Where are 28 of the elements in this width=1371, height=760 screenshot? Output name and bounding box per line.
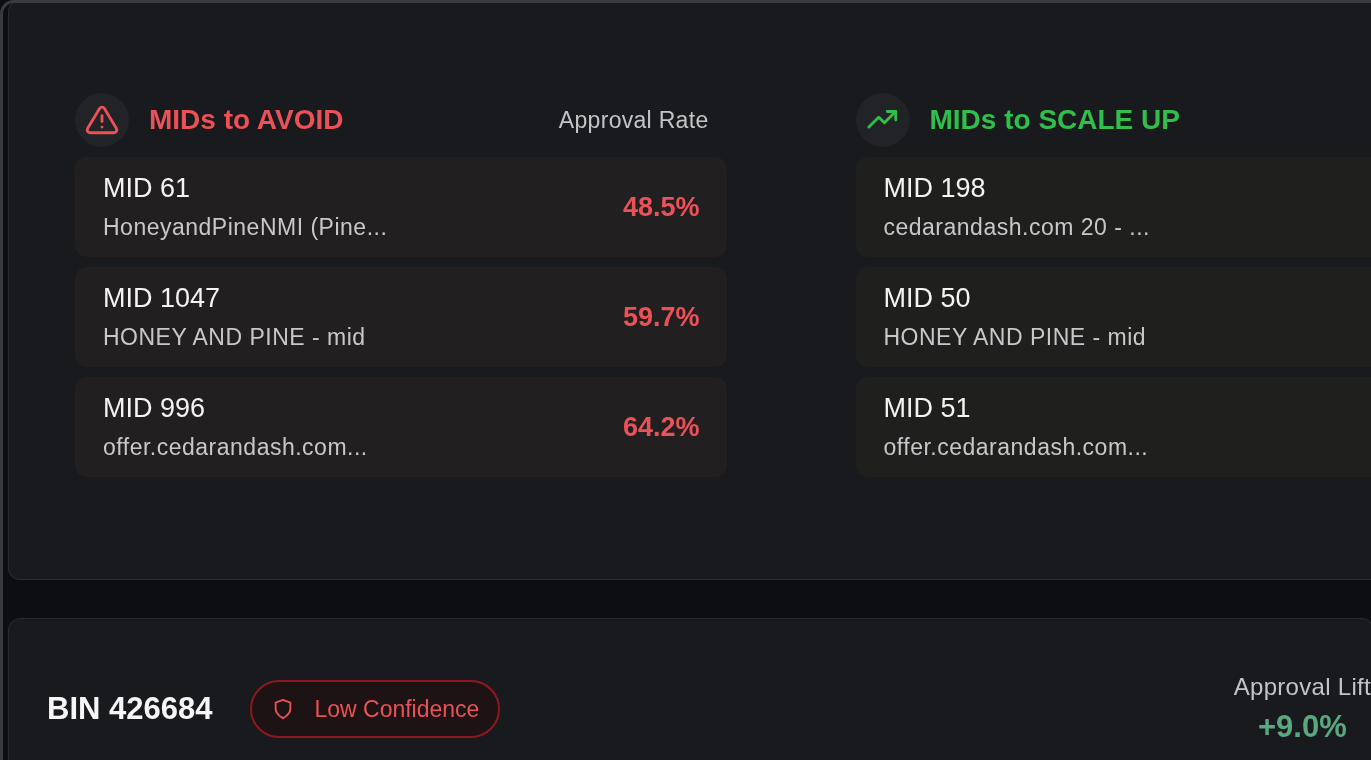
section-title: MIDs to AVOID (149, 104, 344, 136)
mid-row[interactable]: MID 198 cedarandash.com 20 - ... (855, 157, 1371, 257)
mid-label: MID 50 (883, 283, 972, 314)
mid-row[interactable]: MID 51 offer.cedarandash.com... (855, 377, 1371, 477)
mid-row[interactable]: MID 50 HONEY AND PINE - mid (855, 267, 1371, 367)
mid-row[interactable]: MID 61 HoneyandPineNMI (Pine... 48.5% (75, 157, 727, 257)
mid-label: MID 61 (103, 173, 192, 204)
mid-row[interactable]: MID 996 offer.cedarandash.com... 64.2% (75, 377, 727, 477)
bin-label: BIN 426684 (47, 691, 213, 727)
merchant-name: HONEY AND PINE - mid (103, 324, 366, 351)
metric-label: Approval Lift (1233, 673, 1371, 701)
merchant-name: offer.cedarandash.com... (883, 434, 1149, 461)
mid-row[interactable]: MID 1047 HONEY AND PINE - mid 59.7% (75, 267, 727, 367)
merchant-name: offer.cedarandash.com... (103, 434, 368, 461)
merchant-name: HoneyandPineNMI (Pine... (103, 214, 388, 241)
approval-rate: 48.5% (622, 191, 700, 223)
section-title: MIDs to SCALE UP (929, 104, 1180, 136)
merchant-name: cedarandash.com 20 - ... (883, 214, 1150, 241)
badge-label: Low Confidence (314, 695, 480, 723)
merchant-name: HONEY AND PINE - mid (883, 324, 1147, 351)
metric-value: +9.0% (1257, 709, 1347, 745)
approval-rate: 59.7% (622, 301, 700, 333)
mid-label: MID 996 (103, 393, 207, 424)
column-header: Approval Rate (558, 106, 709, 134)
approval-rate: 64.2% (622, 411, 700, 443)
mid-label: MID 51 (883, 393, 972, 424)
mid-label: MID 1047 (103, 283, 222, 314)
mid-label: MID 198 (883, 173, 987, 204)
